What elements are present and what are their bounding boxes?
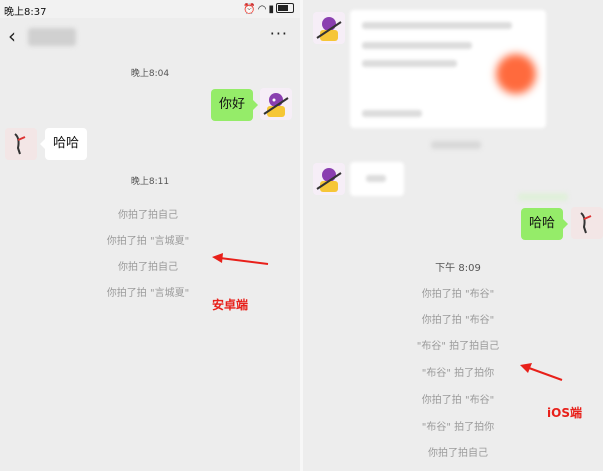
bird-avatar-icon <box>571 207 603 239</box>
sender-avatar[interactable] <box>313 12 345 44</box>
ios-chat-panel: 哈哈 下午 8:09 你拍了拍 "布谷" 你拍了拍 "布谷" "布谷" 拍了拍自… <box>303 0 603 471</box>
pat-message: 你拍了拍 "言城夏" <box>106 236 190 247</box>
status-time: 晚上8:37 <box>4 7 47 18</box>
status-icons: ⏰◠▮ <box>243 3 294 15</box>
contact-avatar[interactable] <box>571 207 603 239</box>
contact-avatar[interactable] <box>5 128 37 160</box>
sender-avatar[interactable] <box>313 163 345 195</box>
message-bubble-other[interactable]: 哈哈 <box>39 128 88 160</box>
cartoon-avatar-icon <box>313 163 345 195</box>
timestamp: 晚上8:04 <box>130 69 170 79</box>
message-bubble-me[interactable]: 你好 <box>210 89 259 121</box>
battery-icon <box>276 3 294 13</box>
alarm-icon: ⏰ <box>243 4 258 15</box>
arrow-annotation-icon <box>520 363 563 381</box>
back-icon[interactable]: ‹ <box>8 24 16 48</box>
blurred-message-bubble[interactable] <box>350 162 404 196</box>
bird-avatar-icon <box>5 128 37 160</box>
blurred-text <box>518 193 568 201</box>
pat-message: 你拍了拍自己 <box>428 448 488 459</box>
signal-icon: ▮ <box>268 4 276 15</box>
pat-message: "布谷" 拍了拍自己 <box>416 341 500 352</box>
blurred-timestamp <box>431 141 481 149</box>
wifi-icon: ◠ <box>257 4 269 15</box>
android-chat-panel: 晚上8:37 ⏰◠▮ ‹ ··· 晚上8:04 你好 哈哈 晚上8:11 你拍了… <box>0 0 300 471</box>
arrow-annotation-icon <box>212 253 269 265</box>
pat-message: 你拍了拍 "布谷" <box>421 289 495 300</box>
more-options-icon[interactable]: ··· <box>270 24 288 43</box>
pat-message: 你拍了拍 "布谷" <box>421 315 495 326</box>
timestamp: 晚上8:11 <box>130 177 170 187</box>
my-avatar[interactable] <box>260 88 292 120</box>
message-bubble-me[interactable]: 哈哈 <box>520 208 569 240</box>
pat-message: 你拍了拍 "言城夏" <box>106 288 190 299</box>
ios-label: iOS端 <box>547 406 582 420</box>
cartoon-avatar-icon <box>313 12 345 44</box>
contact-name-blurred <box>28 28 76 46</box>
shared-link-card-blurred[interactable] <box>350 10 546 128</box>
pat-message: 你拍了拍自己 <box>118 210 178 221</box>
android-label: 安卓端 <box>212 298 249 312</box>
timestamp: 下午 8:09 <box>435 263 481 274</box>
status-bar: 晚上8:37 ⏰◠▮ <box>0 0 300 18</box>
chat-title-bar: ‹ ··· <box>0 18 300 56</box>
cartoon-avatar-icon <box>260 88 292 120</box>
